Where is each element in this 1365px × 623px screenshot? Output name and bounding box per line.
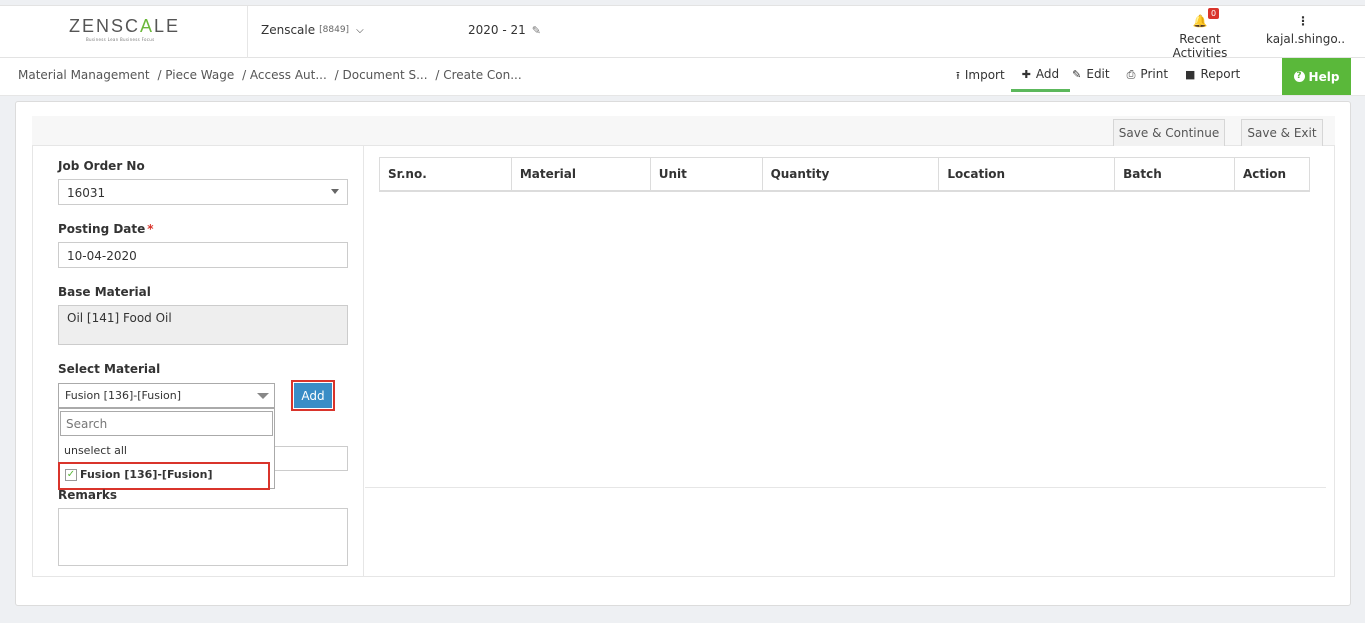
select-material-label: Select Material xyxy=(58,362,161,376)
save-exit-button[interactable]: Save & Exit xyxy=(1241,119,1323,146)
table-header-row: Sr.no. Material Unit Quantity Location B… xyxy=(379,157,1310,192)
breadcrumb-item[interactable]: / Piece Wage xyxy=(157,68,234,82)
logo-tagline: Business Lean Business Focus xyxy=(86,37,155,42)
recent-activities-label: Recent Activities xyxy=(1172,32,1228,60)
recent-activities[interactable]: 🔔 0 Recent Activities xyxy=(1156,8,1244,60)
company-selector[interactable]: Zenscale [8849] ⌵ xyxy=(261,23,364,37)
remarks-textarea[interactable] xyxy=(58,508,348,566)
divider xyxy=(365,487,1326,488)
posting-date-label: Posting Date * xyxy=(58,222,154,236)
column-header: Material xyxy=(510,157,651,192)
bell-icon: 🔔 xyxy=(1192,14,1208,28)
column-header: Sr.no. xyxy=(379,157,512,192)
add-material-button[interactable]: Add xyxy=(294,383,332,408)
posting-date-input[interactable]: 10-04-2020 xyxy=(58,242,348,268)
checkbox-checked-icon[interactable]: ✓ xyxy=(65,468,77,481)
breadcrumb-item[interactable]: / Access Aut... xyxy=(242,68,327,82)
print-button[interactable]: ⎙ Print xyxy=(1127,58,1177,92)
form-panel: Job Order No 16031 Posting Date * 10-04-2… xyxy=(32,146,1335,577)
question-icon: ? xyxy=(1293,71,1305,82)
edit-icon[interactable]: ✎ xyxy=(532,24,541,37)
job-order-select[interactable]: 16031 xyxy=(58,179,348,205)
add-button-highlight: Add xyxy=(291,380,335,411)
help-button[interactable]: ? Help xyxy=(1282,58,1351,95)
base-material-field: Oil [141] Food Oil xyxy=(58,305,348,345)
plus-icon: ✚ xyxy=(1021,68,1031,81)
main-card: Save & Continue Save & Exit Job Order No… xyxy=(15,101,1351,606)
logo[interactable]: ZENSCALE Business Lean Business Focus xyxy=(0,6,248,58)
dropdown-option[interactable]: ✓ Fusion [136]-[Fusion] xyxy=(65,468,212,481)
kebab-menu-icon: ⋮ xyxy=(1297,14,1309,28)
dropdown-option-highlight: ✓ Fusion [136]-[Fusion] xyxy=(58,462,270,490)
top-header: ZENSCALE Business Lean Business Focus Ze… xyxy=(0,5,1365,60)
breadcrumb-bar: Material Management / Piece Wage / Acces… xyxy=(0,58,1365,96)
materials-table: Sr.no. Material Unit Quantity Location B… xyxy=(379,157,1310,192)
column-header: Action xyxy=(1234,157,1310,192)
report-button[interactable]: ■ Report xyxy=(1185,58,1249,92)
import-button[interactable]: ⭱ Import xyxy=(956,58,1014,92)
dropdown-search-input[interactable]: Search xyxy=(60,411,273,436)
select-material-dropdown[interactable]: Fusion [136]-[Fusion] xyxy=(58,383,275,408)
toolbar: ⭱ Import ✚ Add ✎ Edit ⎙ Print ■ Report xyxy=(956,58,1257,96)
caret-down-icon xyxy=(257,393,269,399)
upload-icon: ⭱ xyxy=(956,69,960,82)
column-header: Unit xyxy=(649,157,763,192)
company-name: Zenscale xyxy=(261,23,316,37)
chevron-down-icon: ⌵ xyxy=(356,24,364,36)
column-header: Quantity xyxy=(761,157,940,192)
edit-button[interactable]: ✎ Edit xyxy=(1072,58,1118,92)
add-button[interactable]: ✚ Add xyxy=(1010,58,1071,92)
unselect-all-option[interactable]: unselect all xyxy=(64,444,127,457)
user-menu[interactable]: ⋮ kajal.shingo.. xyxy=(1266,14,1346,46)
notification-badge: 0 xyxy=(1208,8,1220,19)
breadcrumb-item[interactable]: Material Management xyxy=(18,68,150,82)
job-order-label: Job Order No xyxy=(58,159,145,173)
breadcrumb-item[interactable]: / Document S... xyxy=(335,68,428,82)
logo-text: ZENSCALE xyxy=(69,16,181,36)
column-header: Location xyxy=(938,157,1116,192)
base-material-label: Base Material xyxy=(58,285,151,299)
remarks-label: Remarks xyxy=(58,488,118,502)
breadcrumb-item: / Create Con... xyxy=(435,68,522,82)
year-label: 2020 - 21 xyxy=(468,23,526,37)
file-icon: ■ xyxy=(1185,68,1196,81)
breadcrumb: Material Management / Piece Wage / Acces… xyxy=(18,68,526,82)
company-code: [8849] xyxy=(319,25,350,35)
material-dropdown-menu: Search unselect all ✓ Fusion [136]-[Fusi… xyxy=(58,408,275,490)
financial-year[interactable]: 2020 - 21 ✎ xyxy=(468,23,541,37)
username: kajal.shingo.. xyxy=(1266,32,1346,46)
caret-down-icon xyxy=(331,189,339,194)
column-header: Batch xyxy=(1114,157,1236,192)
edit-icon: ✎ xyxy=(1072,68,1082,81)
form-left-column: Job Order No 16031 Posting Date * 10-04-2… xyxy=(33,146,364,576)
print-icon: ⎙ xyxy=(1126,68,1136,81)
save-continue-button[interactable]: Save & Continue xyxy=(1113,119,1225,146)
